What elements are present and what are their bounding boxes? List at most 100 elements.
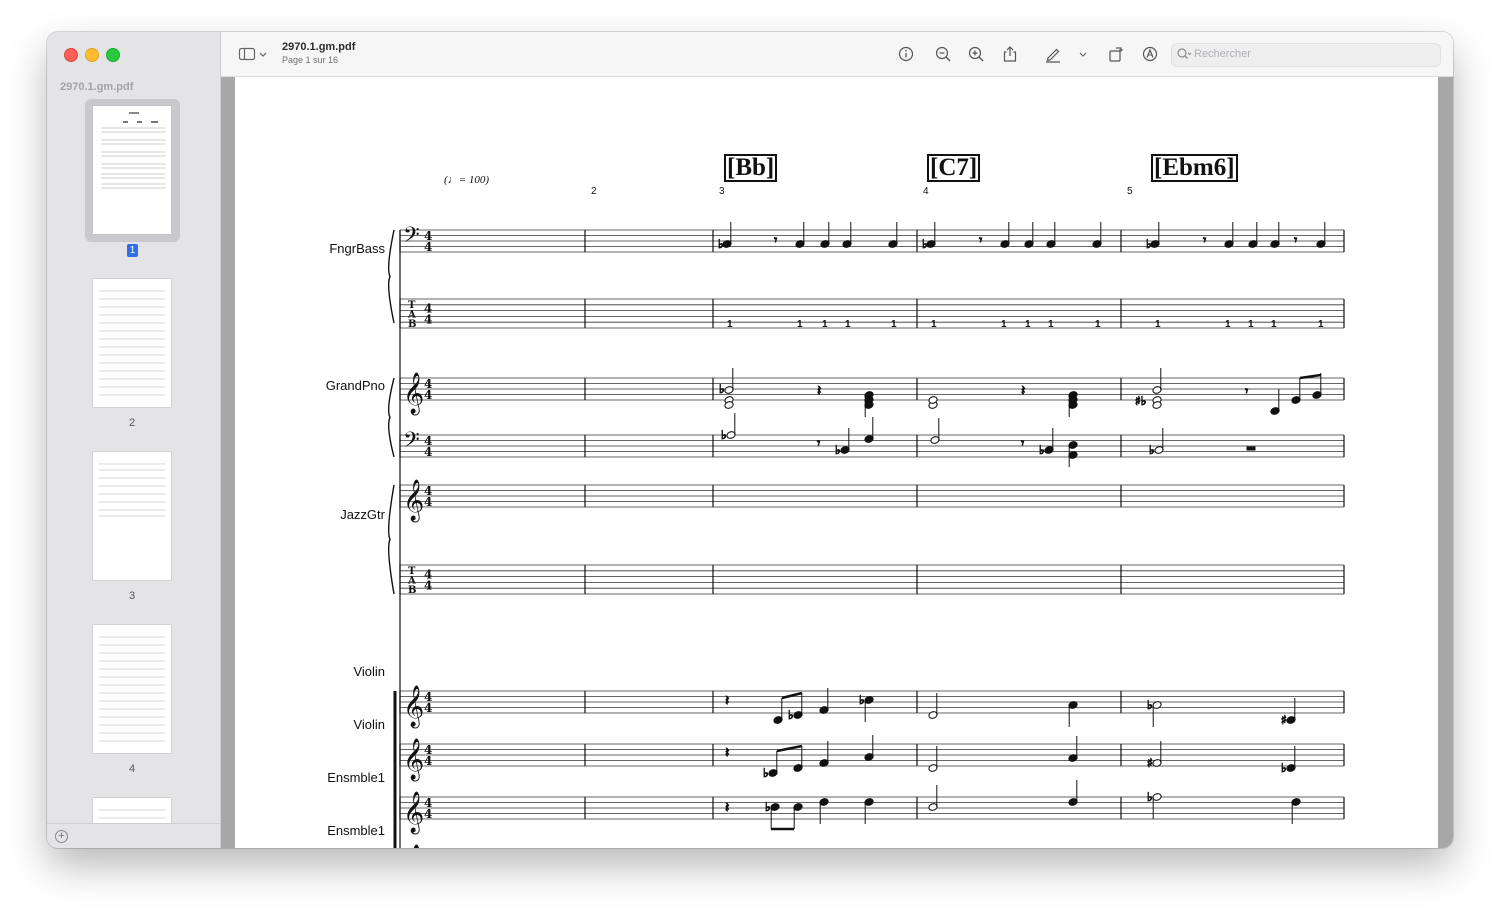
- annotate-icon[interactable]: [1141, 45, 1159, 63]
- accidental: ♯: [1281, 713, 1287, 727]
- chevron-down-icon[interactable]: [258, 45, 268, 63]
- tab-clef: B: [408, 319, 416, 330]
- markup-pen-icon[interactable]: [1044, 45, 1062, 63]
- tab-number: 1: [1248, 319, 1254, 330]
- tab-number: 1: [1225, 319, 1231, 330]
- page-thumbnail-3[interactable]: [93, 452, 171, 580]
- sidebar-footer: +: [47, 823, 220, 848]
- rest: 𝄽: [725, 693, 729, 709]
- tab-number: 1: [845, 319, 851, 330]
- eighth-rest: 𝄾: [1021, 436, 1024, 450]
- eighth-rest: 𝄾: [1203, 233, 1206, 247]
- tab-number: 1: [1048, 319, 1054, 330]
- brace: [387, 377, 395, 458]
- add-page-icon[interactable]: +: [55, 830, 68, 843]
- zoom-out-icon[interactable]: [934, 45, 952, 63]
- time-signature: 4: [424, 807, 432, 821]
- accidental: ♭: [718, 237, 724, 251]
- accidental: ♯♭: [1135, 394, 1146, 408]
- accidental: ♭: [719, 382, 725, 396]
- rest: 𝄽: [817, 383, 821, 399]
- tab-number: 1: [1001, 319, 1007, 330]
- accidental: ♭: [1147, 698, 1153, 712]
- accidental: ♭: [1039, 443, 1045, 457]
- page-thumbnail-5[interactable]: [93, 798, 171, 823]
- preview-window: 2970.1.gm.pdf 1 2 3 4 + 2970.1.gm.pdf Pa…: [47, 32, 1453, 848]
- bass-clef: 𝄢: [403, 428, 420, 458]
- minimize-button[interactable]: [85, 48, 99, 62]
- search-icon: [1177, 48, 1192, 59]
- treble-clef: 𝄞: [403, 791, 424, 834]
- tab-number: 1: [891, 319, 897, 330]
- time-signature: 4: [424, 701, 432, 715]
- chevron-down-icon[interactable]: [1078, 45, 1088, 63]
- eighth-rest: 𝄾: [1294, 233, 1297, 247]
- accidental: ♭: [835, 443, 841, 457]
- document-view[interactable]: (♩= 100) 2 3 4 5 [Bb] [C7] [Ebm6] FngrBa…: [221, 77, 1453, 848]
- page-thumbnail-1[interactable]: [93, 106, 171, 234]
- accidental: ♭: [763, 766, 769, 780]
- rest: 𝄽: [725, 800, 729, 816]
- zoom-in-icon[interactable]: [967, 45, 985, 63]
- treble-clef: 𝄞: [403, 372, 424, 415]
- time-signature: 4: [424, 388, 432, 402]
- tab-number: 1: [822, 319, 828, 330]
- share-icon[interactable]: [1001, 45, 1019, 63]
- tab-number: 1: [1025, 319, 1031, 330]
- thumbnail-preview: [99, 463, 165, 517]
- eighth-rest: 𝄾: [817, 436, 820, 450]
- accidental: ♭: [1146, 237, 1152, 251]
- treble-clef: 𝄞: [403, 685, 424, 728]
- brace: [387, 484, 395, 595]
- beam: [1299, 373, 1322, 380]
- tab-number: 1: [931, 319, 937, 330]
- treble-clef: 𝄞: [403, 479, 424, 522]
- page-thumbnail-4[interactable]: [93, 625, 171, 753]
- accidental: ♭: [1149, 443, 1155, 457]
- time-signature: 4: [424, 579, 432, 593]
- tab-number: 1: [727, 319, 733, 330]
- beam: [781, 691, 803, 700]
- thumbnail-sidebar: 2970.1.gm.pdf 1 2 3 4 +: [47, 32, 221, 848]
- tab-number: 1: [797, 319, 803, 330]
- thumbnail-label-2: 2: [128, 417, 136, 429]
- search-field[interactable]: Rechercher: [1171, 43, 1441, 67]
- tab-number: 1: [1318, 319, 1324, 330]
- brace: [387, 229, 395, 324]
- treble-clef: 𝄞: [403, 738, 424, 781]
- accidental: ♭: [859, 693, 865, 707]
- page-indicator: Page 1 sur 16: [282, 55, 339, 65]
- search-placeholder: Rechercher: [1194, 48, 1251, 60]
- eighth-rest: 𝄾: [774, 233, 777, 247]
- rest: 𝄽: [725, 745, 729, 761]
- rotate-icon[interactable]: [1107, 45, 1125, 63]
- accidental: ♭: [788, 708, 794, 722]
- accidental: ♭: [1281, 761, 1287, 775]
- time-signature: 4: [424, 754, 432, 768]
- toolbar: 2970.1.gm.pdf Page 1 sur 16 Rechercher: [221, 32, 1453, 77]
- bass-clef: 𝄢: [403, 223, 420, 253]
- time-signature: 4: [424, 495, 432, 509]
- time-signature: 4: [424, 240, 432, 254]
- eighth-rest: 𝄾: [979, 233, 982, 247]
- sidebar-title: 2970.1.gm.pdf: [60, 81, 134, 93]
- accidental: ♭: [765, 800, 771, 814]
- page-thumbnail-2[interactable]: [93, 279, 171, 407]
- thumbnail-preview: [99, 290, 165, 396]
- treble-clef: 𝄞: [403, 844, 424, 848]
- accidental: ♭: [721, 428, 727, 442]
- thumbnail-preview: [99, 809, 165, 819]
- tab-number: 1: [1155, 319, 1161, 330]
- time-signature: 4: [424, 313, 432, 327]
- thumbnail-label-3: 3: [128, 590, 136, 602]
- sidebar-toggle-icon[interactable]: [238, 45, 256, 63]
- zoom-button[interactable]: [106, 48, 120, 62]
- rest: 𝄽: [1021, 383, 1025, 399]
- beam: [776, 744, 803, 753]
- thumbnail-preview: [99, 636, 165, 742]
- close-button[interactable]: [64, 48, 78, 62]
- thumbnail-preview: [101, 112, 165, 189]
- accidental: ♭: [922, 237, 928, 251]
- tab-number: 1: [1271, 319, 1277, 330]
- info-icon[interactable]: [897, 45, 915, 63]
